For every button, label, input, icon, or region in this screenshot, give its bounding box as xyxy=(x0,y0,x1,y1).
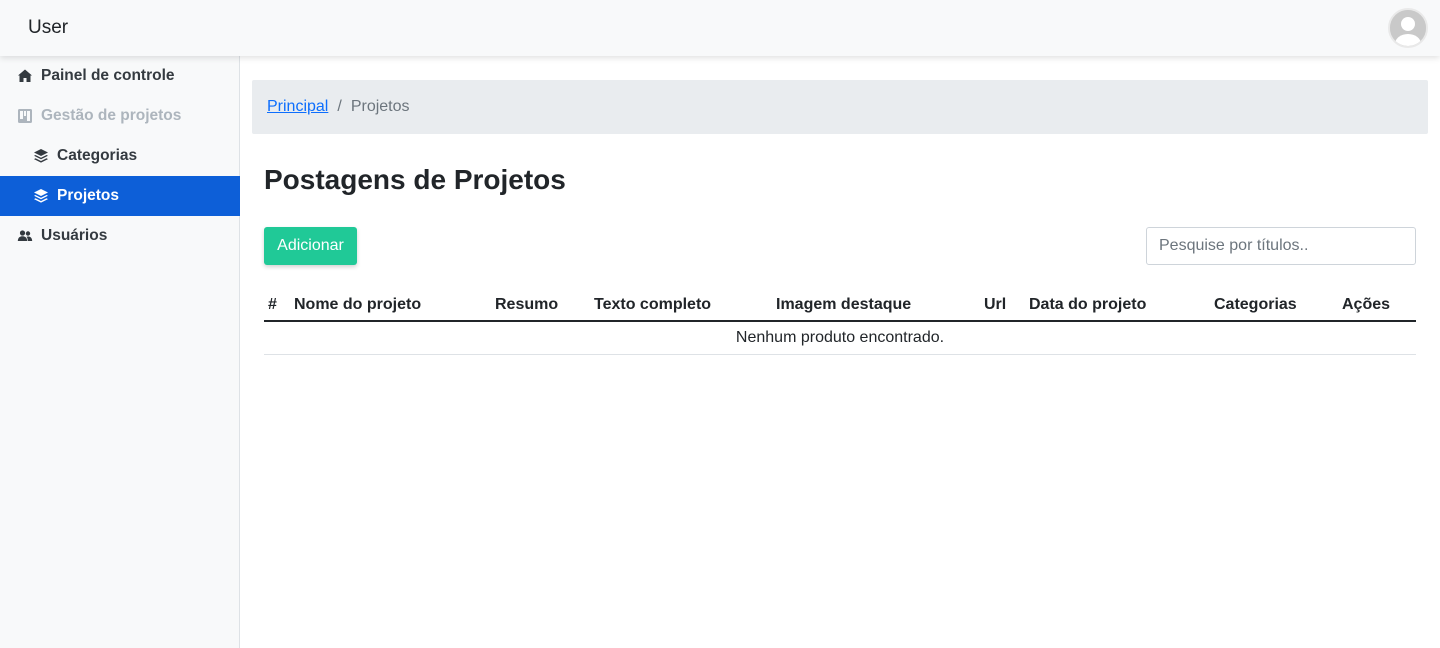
column-header-categorias: Categorias xyxy=(1214,296,1297,313)
sidebar-item-gestao: Gestão de projetos xyxy=(0,96,240,136)
user-avatar-icon[interactable] xyxy=(1388,8,1428,48)
column-header-url: Url xyxy=(984,296,1007,313)
sidebar-item-painel[interactable]: Painel de controle xyxy=(0,56,240,96)
sidebar-item-label: Usuários xyxy=(41,227,108,244)
breadcrumb-separator: / xyxy=(337,98,342,115)
column-header-acoes: Ações xyxy=(1342,296,1391,313)
sidebar: Painel de controle Gestão de projetos Ca… xyxy=(0,56,240,648)
breadcrumb-current: Projetos xyxy=(350,98,410,115)
table-header-row: # Nome do projeto Resumo Texto completo … xyxy=(264,288,1416,322)
home-icon xyxy=(17,68,33,84)
sidebar-item-label: Gestão de projetos xyxy=(41,107,182,124)
column-header-resumo: Resumo xyxy=(495,296,559,313)
sidebar-item-usuarios[interactable]: Usuários xyxy=(0,216,240,256)
column-header-name: Nome do projeto xyxy=(294,296,422,313)
kanban-icon xyxy=(17,108,33,124)
table-row: Nenhum produto encontrado. xyxy=(264,322,1416,355)
sidebar-item-projetos[interactable]: Projetos xyxy=(0,176,240,216)
breadcrumb-home-link[interactable]: Principal xyxy=(267,98,328,116)
sidebar-item-label: Painel de controle xyxy=(41,67,175,84)
add-button[interactable]: Adicionar xyxy=(264,227,357,265)
column-header-index: # xyxy=(268,296,277,313)
main-content: Principal / Projetos Postagens de Projet… xyxy=(240,56,1440,648)
users-icon xyxy=(17,228,33,244)
column-header-imagem: Imagem destaque xyxy=(776,296,912,313)
breadcrumb: Principal / Projetos xyxy=(252,80,1428,134)
sidebar-item-categorias[interactable]: Categorias xyxy=(0,136,240,176)
page-title: Postagens de Projetos xyxy=(264,164,566,195)
column-header-texto: Texto completo xyxy=(594,296,712,313)
sidebar-item-label: Categorias xyxy=(57,147,138,164)
column-header-data: Data do projeto xyxy=(1029,296,1147,313)
layers-icon xyxy=(33,188,49,204)
sidebar-item-label: Projetos xyxy=(57,187,120,204)
search-input[interactable] xyxy=(1146,227,1416,265)
top-navbar: User xyxy=(0,0,1440,56)
layers-icon xyxy=(33,148,49,164)
empty-table-message: Nenhum produto encontrado. xyxy=(735,329,945,346)
brand-title[interactable]: User xyxy=(28,17,68,39)
projects-table: # Nome do projeto Resumo Texto completo … xyxy=(264,288,1416,355)
